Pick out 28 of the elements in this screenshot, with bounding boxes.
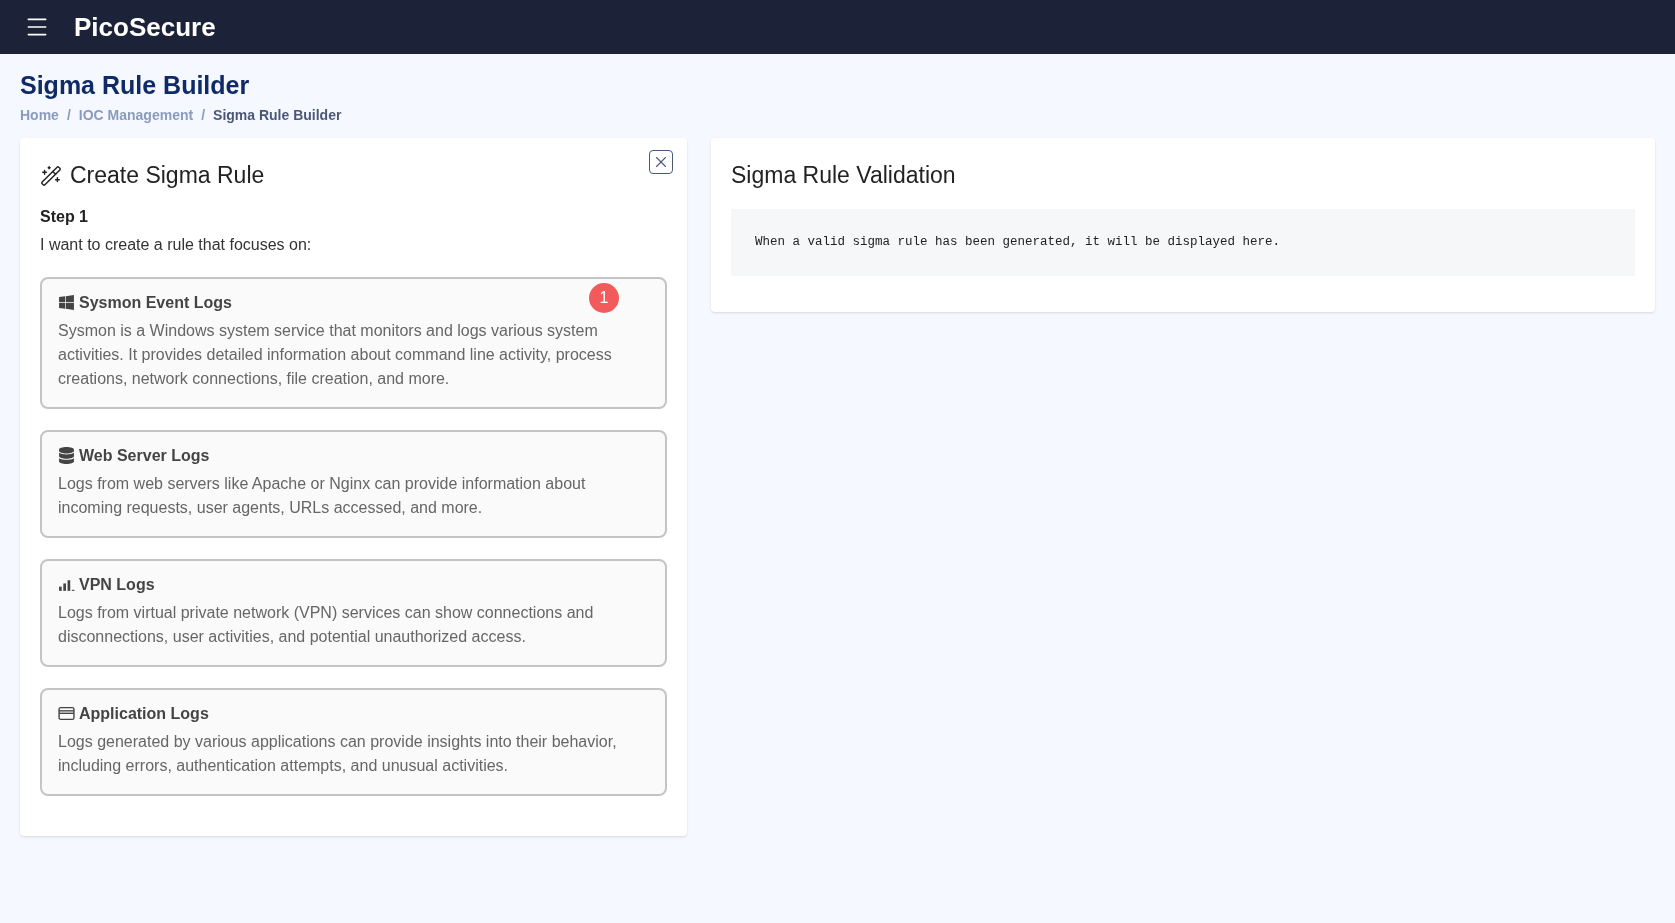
step-label: Step 1 xyxy=(40,206,89,227)
notification-badge: 1 xyxy=(589,282,619,313)
browser-window-icon xyxy=(58,705,75,723)
log-source-card[interactable]: VPN Logs Logs from virtual private network (VPN) services can show connections and disconnections, user activities, and potential unauthorized access. xyxy=(40,558,667,667)
card-title: Application Logs xyxy=(79,703,209,724)
breadcrumb-separator: / xyxy=(201,106,206,126)
page-title: Sigma Rule Builder xyxy=(20,70,251,101)
card-description: Logs from virtual private network (VPN) services can show connections and disconnections, user activities, and potential unauthorized access. xyxy=(58,602,595,647)
breadcrumb-separator: / xyxy=(66,106,71,126)
breadcrumb-link[interactable]: Sigma Rule Builder xyxy=(213,105,342,127)
card-description: Sysmon is a Windows system service that monitors and logs various system activities. It provides detailed information about command line activity, process creations, network connections, file creation, and more. xyxy=(58,320,613,389)
card-description: Logs generated by various applications can provide insights into their behavior, including errors, authentication attempts, and unusual activities. xyxy=(58,731,618,776)
card-title: Web Server Logs xyxy=(79,445,210,466)
magic-wand-icon xyxy=(40,164,62,187)
rule-output: When a valid sigma rule has been generated, it will be displayed here. xyxy=(731,208,1635,276)
card-title: VPN Logs xyxy=(79,574,155,595)
log-source-card[interactable]: Application Logs Logs generated by various applications can provide insights into their behavior, including errors, authentication attempts, and unusual activities. xyxy=(40,687,667,796)
card-title: Sysmon Event Logs xyxy=(79,292,232,313)
step-prompt: I want to create a rule that focuses on: xyxy=(40,234,313,255)
database-icon xyxy=(58,447,75,465)
windows-logo-icon xyxy=(58,294,75,312)
log-source-card[interactable] xyxy=(40,276,667,409)
panel-title: Create Sigma Rule xyxy=(70,161,265,191)
log-source-card[interactable]: Web Server Logs Logs from web servers like Apache or Nginx can provide information about incoming requests, user agents, URLs accessed, and more. xyxy=(40,429,667,538)
card-description: Logs from web servers like Apache or Nginx can provide information about incoming requests, user agents, URLs accessed, and more. xyxy=(58,473,587,518)
panel-title: Sigma Rule Validation xyxy=(731,161,957,191)
app-title: PicoSecure xyxy=(74,10,216,44)
close-button[interactable] xyxy=(649,150,673,175)
